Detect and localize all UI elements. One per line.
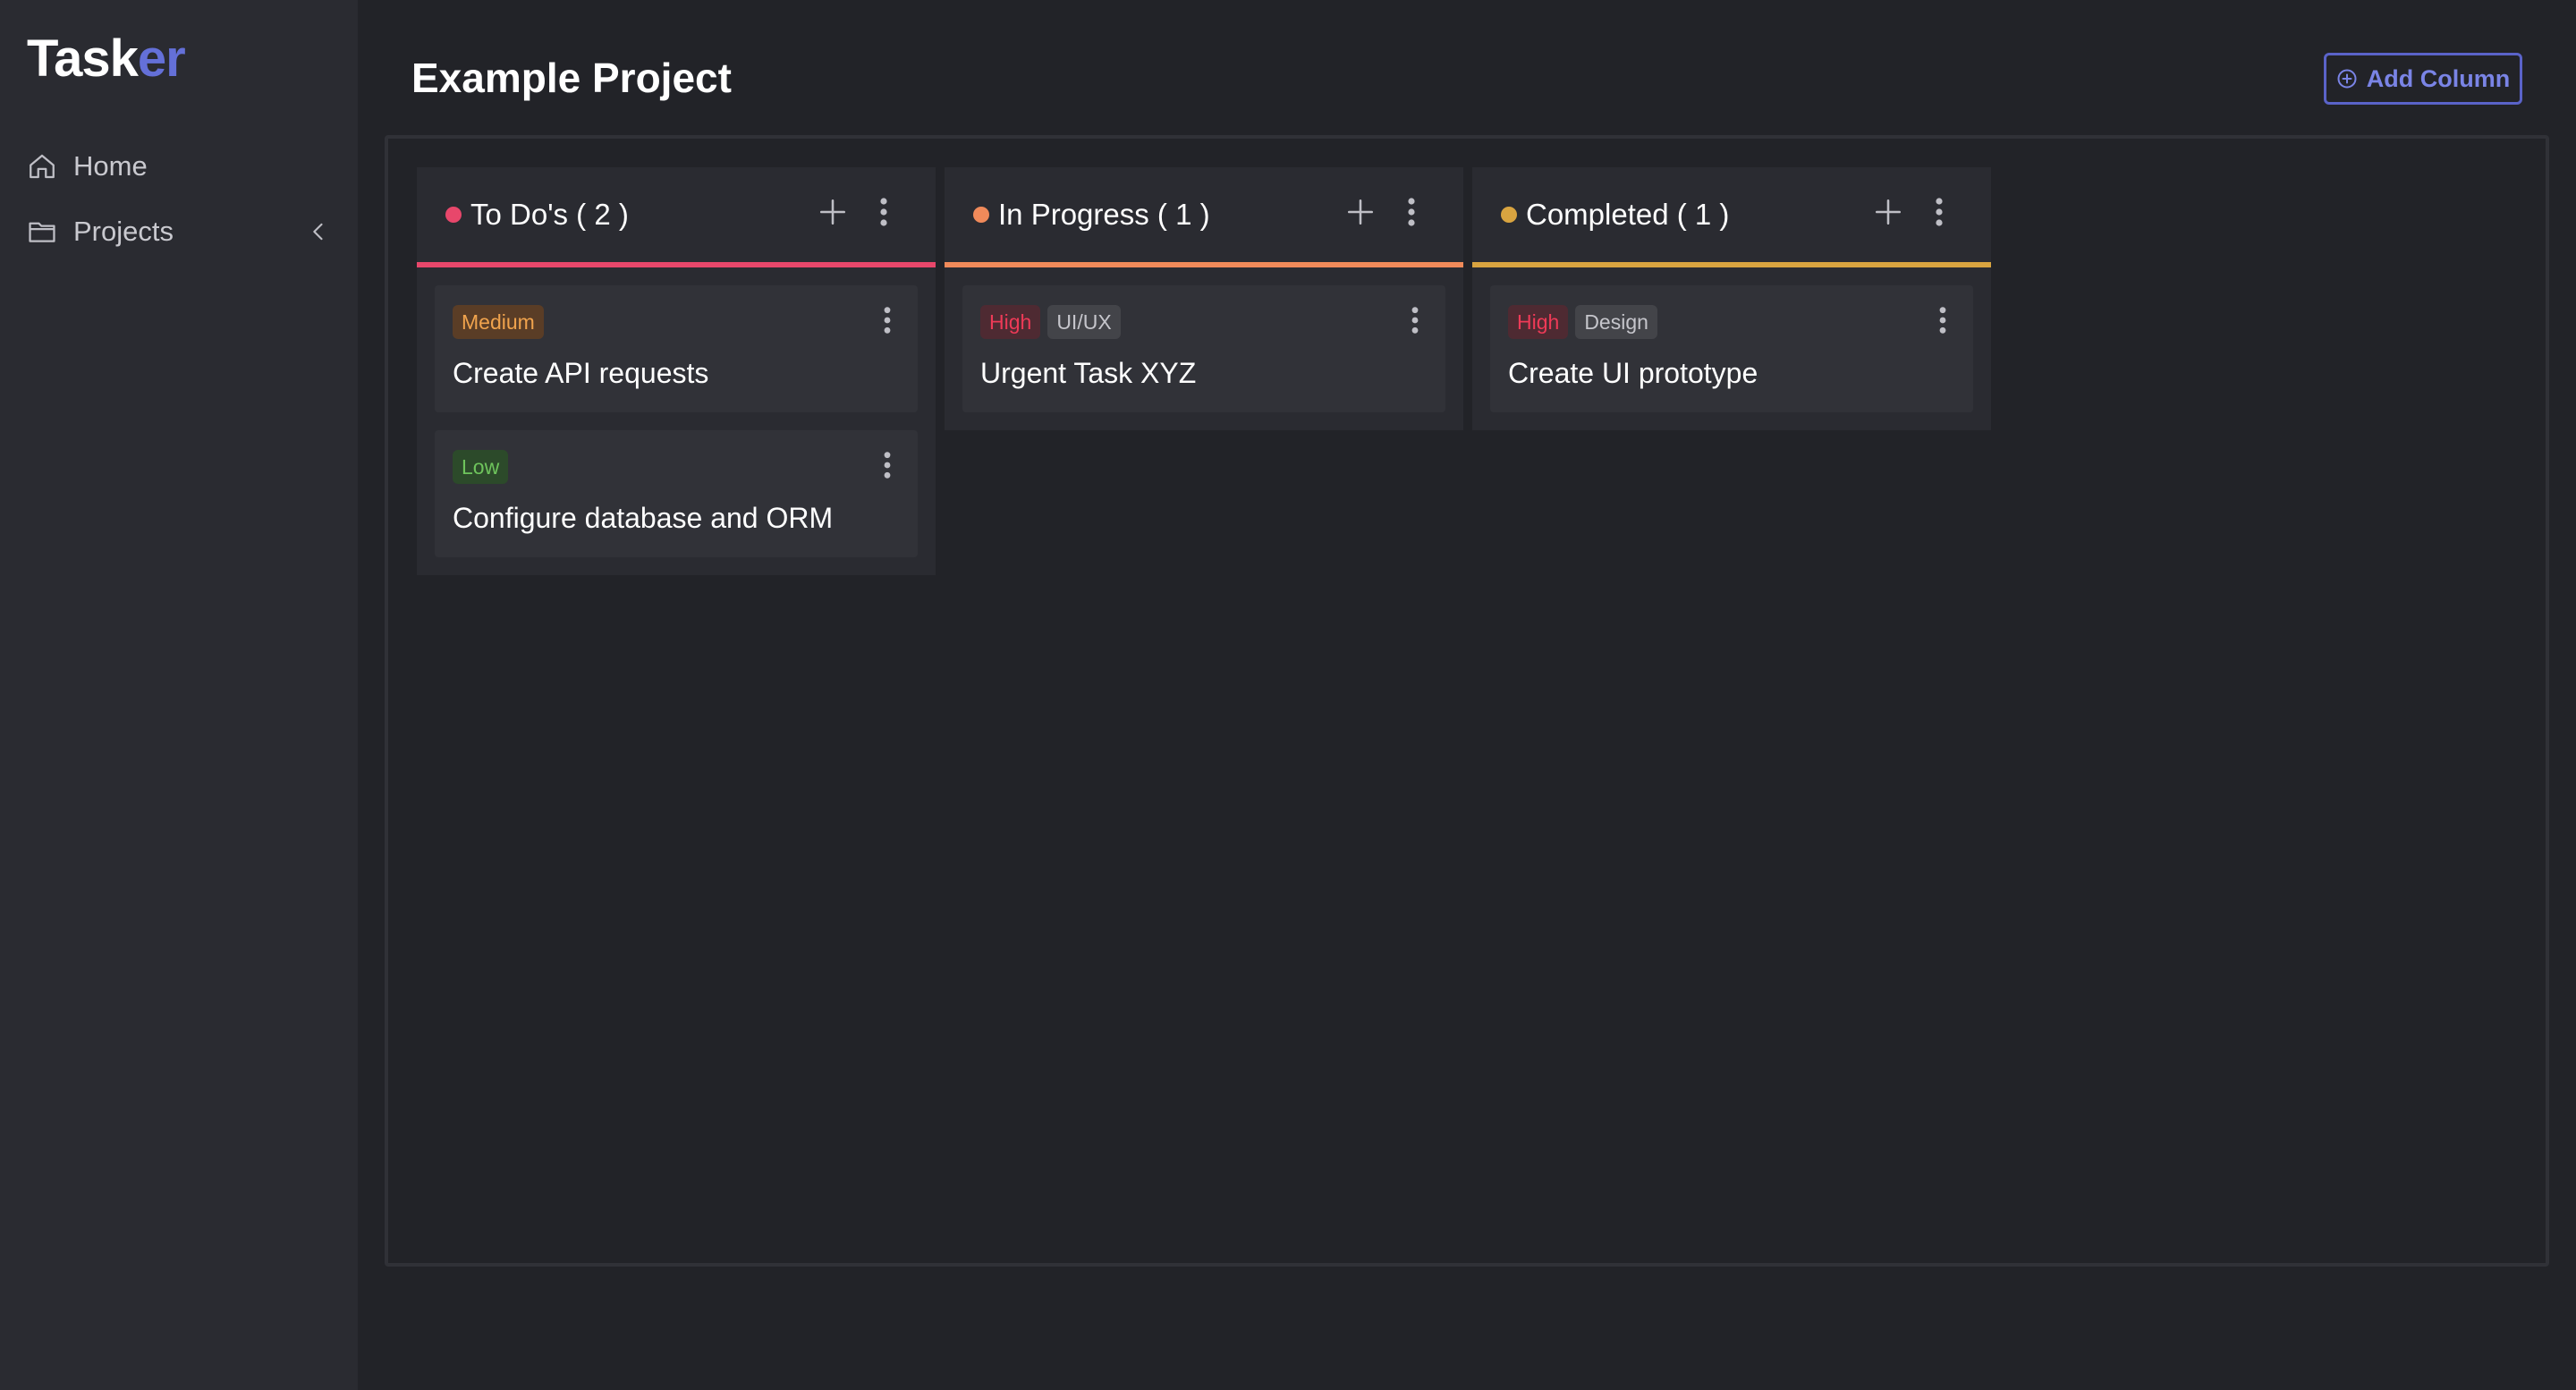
chevron-left-icon[interactable] (306, 219, 331, 244)
task-tags: High Design (1508, 305, 1955, 339)
kanban-column: In Progress ( 1 ) High UI/UX Urgent Task XY… (945, 167, 1463, 430)
task-card[interactable]: Medium Create API requests (435, 285, 918, 412)
sidebar-item-projects[interactable]: Projects (27, 205, 331, 259)
column-body: Medium Create API requests Low Configure da… (417, 267, 936, 557)
column-status-dot (973, 207, 989, 223)
app: Tasker Home Projects Example Project Add… (0, 0, 2576, 1390)
plus-circle-icon (2337, 69, 2357, 89)
task-tags: Medium (453, 305, 900, 339)
sidebar-item-home[interactable]: Home (27, 140, 331, 193)
add-column-button[interactable]: Add Column (2324, 53, 2522, 105)
column-header: Completed ( 1 ) (1472, 167, 1991, 262)
add-task-icon[interactable] (1873, 197, 1903, 227)
kanban-column: To Do's ( 2 ) Medium Create API requests Lo… (417, 167, 936, 575)
task-tag: Design (1575, 305, 1657, 339)
column-menu-icon[interactable] (1934, 196, 1945, 228)
task-card[interactable]: High Design Create UI prototype (1490, 285, 1973, 412)
task-card[interactable]: Low Configure database and ORM (435, 430, 918, 557)
task-title: Create API requests (453, 357, 709, 389)
logo: Tasker (27, 30, 186, 88)
folder-icon (29, 222, 55, 242)
column-status-dot (445, 207, 462, 223)
column-title: In Progress ( 1 ) (998, 198, 1210, 231)
column-menu-icon[interactable] (878, 196, 889, 228)
page-title: Example Project (411, 55, 732, 101)
task-title: Configure database and ORM (453, 502, 834, 534)
column-status-dot (1501, 207, 1517, 223)
task-menu-icon[interactable] (882, 450, 893, 480)
column-header: In Progress ( 1 ) (945, 167, 1463, 262)
column-header: To Do's ( 2 ) (417, 167, 936, 262)
task-tags: Low (453, 450, 900, 484)
task-tag: High (980, 305, 1041, 339)
task-title: Urgent Task XYZ (980, 357, 1197, 389)
task-title: Create UI prototype (1508, 357, 1758, 389)
column-title: To Do's ( 2 ) (470, 198, 629, 231)
task-menu-icon[interactable] (1410, 305, 1420, 335)
column-menu-icon[interactable] (1406, 196, 1417, 228)
kanban-column: Completed ( 1 ) High Design Create UI proto… (1472, 167, 1991, 430)
task-menu-icon[interactable] (882, 305, 893, 335)
task-tag: High (1508, 305, 1569, 339)
add-task-icon[interactable] (818, 197, 848, 227)
task-tag: Medium (453, 305, 544, 339)
task-card[interactable]: High UI/UX Urgent Task XYZ (962, 285, 1445, 412)
sidebar-item-label: Home (73, 150, 148, 182)
main-content: Example Project Add Column To Do's ( 2 )… (358, 0, 2576, 1390)
add-column-label: Add Column (2366, 64, 2511, 92)
task-menu-icon[interactable] (1937, 305, 1948, 335)
task-tags: High UI/UX (980, 305, 1428, 339)
column-body: High Design Create UI prototype (1472, 267, 1991, 412)
kanban-board: To Do's ( 2 ) Medium Create API requests Lo… (385, 135, 2549, 1267)
task-tag: UI/UX (1047, 305, 1121, 339)
task-tag: Low (453, 450, 509, 484)
column-title: Completed ( 1 ) (1526, 198, 1730, 231)
column-body: High UI/UX Urgent Task XYZ (945, 267, 1463, 412)
home-icon (30, 154, 55, 179)
sidebar-item-label: Projects (73, 216, 174, 247)
sidebar: Tasker Home Projects (0, 0, 358, 1390)
add-task-icon[interactable] (1345, 197, 1376, 227)
